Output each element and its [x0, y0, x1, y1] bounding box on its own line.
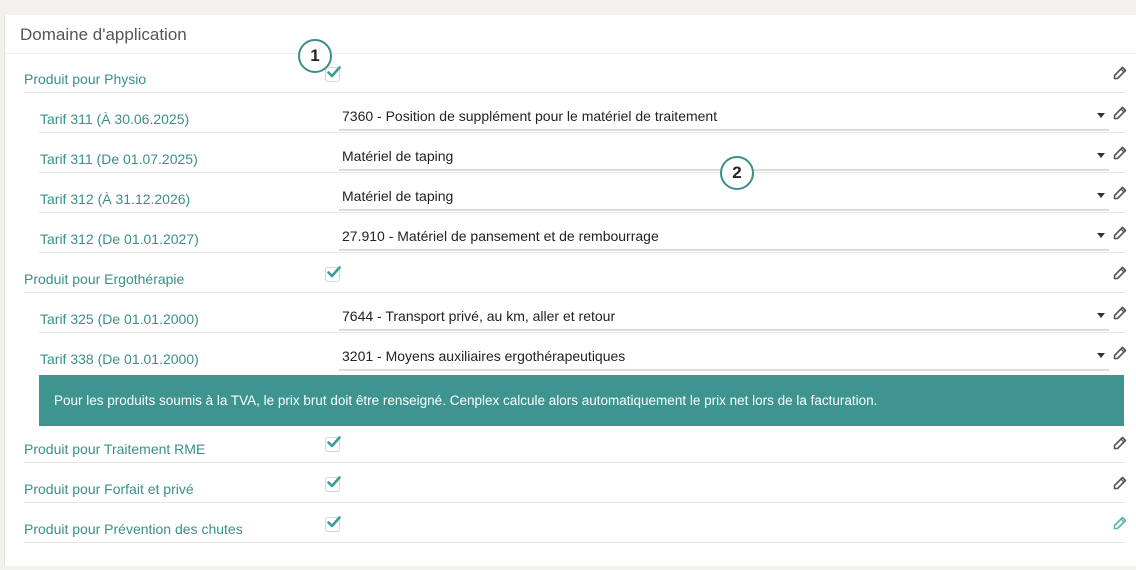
pencil-icon[interactable] [1113, 146, 1127, 160]
tarif-row: Tarif 311 (De 01.07.2025) Matériel de ta… [39, 133, 1127, 173]
pencil-icon[interactable] [1113, 306, 1127, 320]
checkmark-icon [327, 66, 341, 78]
caret-down-icon [1097, 313, 1105, 318]
tarif-position-select[interactable]: 27.910 - Matériel de pansement et de rem… [339, 213, 1109, 251]
pencil-icon[interactable] [1113, 436, 1127, 450]
pencil-icon[interactable] [1113, 186, 1127, 200]
pencil-icon[interactable] [1113, 66, 1127, 80]
product-label: Produit pour Traitement RME [24, 441, 206, 457]
pencil-icon[interactable] [1113, 476, 1127, 490]
caret-down-icon [1097, 113, 1105, 118]
tarif-position-select[interactable]: 7360 - Position de supplément pour le ma… [339, 93, 1109, 131]
select-value: 3201 - Moyens auxiliaires ergothérapeuti… [342, 348, 626, 364]
tarif-label: Tarif 311 (À 30.06.2025) [40, 111, 190, 127]
checkmark-icon [327, 476, 341, 488]
tarif-label: Tarif 312 (De 01.01.2027) [40, 231, 199, 247]
pencil-icon[interactable] [1113, 516, 1127, 530]
tarif-label: Tarif 338 (De 01.01.2000) [40, 351, 199, 367]
product-row-physio: Produit pour Physio [24, 53, 1127, 93]
tarif-label: Tarif 311 (De 01.07.2025) [40, 151, 198, 167]
checkmark-icon [327, 436, 341, 448]
product-checkbox-forfait-prive[interactable] [325, 476, 341, 492]
tarif-position-select[interactable]: 3201 - Moyens auxiliaires ergothérapeuti… [339, 333, 1109, 371]
caret-down-icon [1097, 353, 1105, 358]
product-checkbox-ergotherapie[interactable] [325, 266, 341, 282]
product-checkbox-physio[interactable] [325, 66, 341, 82]
pencil-icon[interactable] [1113, 226, 1127, 240]
caret-down-icon [1097, 193, 1105, 198]
product-checkbox-traitement-rme[interactable] [325, 436, 341, 452]
product-label: Produit pour Prévention des chutes [24, 521, 243, 537]
product-label: Produit pour Ergothérapie [24, 271, 185, 287]
checkmark-icon [327, 516, 341, 528]
tarif-row: Tarif 325 (De 01.01.2000) 7644 - Transpo… [39, 293, 1127, 333]
section-title: Domaine d'application [20, 25, 187, 44]
tarif-row: Tarif 338 (De 01.01.2000) 3201 - Moyens … [39, 333, 1127, 373]
step-marker-1: 1 [298, 39, 332, 73]
product-row-prevention-chutes: Produit pour Prévention des chutes [24, 503, 1127, 543]
product-label: Produit pour Physio [24, 71, 147, 87]
tarif-row: Tarif 312 (De 01.01.2027) 27.910 - Matér… [39, 213, 1127, 253]
product-label: Produit pour Forfait et privé [24, 481, 194, 497]
caret-down-icon [1097, 153, 1105, 158]
caret-down-icon [1097, 233, 1105, 238]
product-row-traitement-rme: Produit pour Traitement RME [24, 423, 1127, 463]
tarif-position-select[interactable]: 7644 - Transport privé, au km, aller et … [339, 293, 1109, 331]
pencil-icon[interactable] [1113, 346, 1127, 360]
pencil-icon[interactable] [1113, 106, 1127, 120]
tarif-label: Tarif 312 (À 31.12.2026) [40, 191, 191, 207]
product-row-forfait-prive: Produit pour Forfait et privé [24, 463, 1127, 503]
tarif-row: Tarif 311 (À 30.06.2025) 7360 - Position… [39, 93, 1127, 133]
product-checkbox-prevention-chutes[interactable] [325, 516, 341, 532]
step-marker-2: 2 [720, 156, 754, 190]
tarif-row: Tarif 312 (À 31.12.2026) Matériel de tap… [39, 173, 1127, 213]
vat-info-banner: Pour les produits soumis à la TVA, le pr… [39, 375, 1124, 426]
checkmark-icon [327, 266, 341, 278]
application-domain-panel: Domaine d'application Produit pour Physi… [4, 15, 1136, 566]
product-row-ergotherapie: Produit pour Ergothérapie [24, 253, 1127, 293]
tarif-label: Tarif 325 (De 01.01.2000) [40, 311, 199, 327]
pencil-icon[interactable] [1113, 266, 1127, 280]
